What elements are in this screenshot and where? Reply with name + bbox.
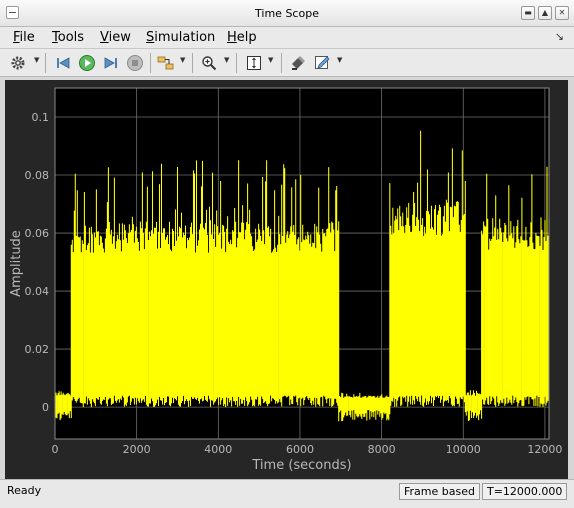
- menu-help-mnemonic: H: [227, 30, 237, 45]
- x-tick-label: 2000: [123, 443, 151, 456]
- y-axis-label: Amplitude: [9, 230, 24, 297]
- time-plot[interactable]: 0 2000 4000 6000 8000 10000 12000 0 0.02 0.04 0.06…: [5, 80, 568, 479]
- menu-file[interactable]: File: [13, 30, 35, 45]
- step-back-icon[interactable]: [53, 53, 73, 73]
- menu-tools-label: ools: [57, 30, 85, 45]
- x-tick-label: 8000: [368, 443, 396, 456]
- y-tick-label: 0.02: [25, 343, 50, 356]
- toolbar-separator: [281, 53, 282, 73]
- highlight-icon[interactable]: [288, 53, 308, 73]
- menu-view-mnemonic: V: [100, 30, 109, 45]
- toolbar-separator: [150, 53, 151, 73]
- close-button[interactable]: ✕: [555, 6, 569, 20]
- dock-arrow-icon[interactable]: ↘: [555, 30, 564, 43]
- status-bar: Ready Frame based T=12000.000: [0, 479, 574, 508]
- stop-icon[interactable]: [125, 53, 145, 73]
- window-title: Time Scope: [255, 7, 319, 20]
- x-tick-label: 0: [52, 443, 59, 456]
- signal-select-dropdown-icon[interactable]: ▼: [180, 56, 185, 64]
- x-tick-label: 10000: [446, 443, 481, 456]
- y-tick-label: 0.1: [32, 111, 50, 124]
- title-bar: Time Scope ▬ ▲ ✕: [0, 0, 574, 27]
- menu-bar: File Tools View Simulation Help ↘: [0, 27, 574, 49]
- menu-file-label: ile: [19, 30, 35, 45]
- menu-view[interactable]: View: [100, 30, 131, 45]
- y-tick-label: 0.04: [25, 285, 50, 298]
- menu-view-label: iew: [108, 30, 131, 45]
- menu-help[interactable]: Help: [227, 30, 257, 45]
- menu-simulation-label: imulation: [154, 30, 216, 45]
- toolbar-separator: [192, 53, 193, 73]
- gear-icon[interactable]: [8, 53, 28, 73]
- menu-help-label: elp: [236, 30, 257, 45]
- style-dropdown-icon[interactable]: ▼: [337, 56, 342, 64]
- toolbar-separator: [236, 53, 237, 73]
- step-forward-icon[interactable]: [101, 53, 121, 73]
- x-axis-label: Time (seconds): [251, 458, 351, 473]
- gear-dropdown-icon[interactable]: ▼: [34, 56, 39, 64]
- sim-time-indicator: T=12000.000: [482, 483, 567, 500]
- scope-display: 0 2000 4000 6000 8000 10000 12000 0 0.02 0.04 0.06…: [5, 80, 568, 479]
- status-text: Ready: [7, 484, 42, 497]
- x-tick-label: 4000: [204, 443, 232, 456]
- zoom-in-icon[interactable]: [199, 53, 219, 73]
- x-tick-label: 6000: [286, 443, 314, 456]
- run-icon[interactable]: [77, 53, 97, 73]
- zoom-dropdown-icon[interactable]: ▼: [224, 56, 229, 64]
- minimize-button[interactable]: ▬: [521, 6, 535, 20]
- menu-simulation[interactable]: Simulation: [146, 30, 215, 45]
- scale-axes-icon[interactable]: [244, 53, 264, 73]
- menu-tools[interactable]: Tools: [52, 30, 84, 45]
- y-tick-label: 0.06: [25, 227, 50, 240]
- scale-axes-dropdown-icon[interactable]: ▼: [268, 56, 273, 64]
- maximize-button[interactable]: ▲: [538, 6, 552, 20]
- frame-mode-indicator: Frame based: [399, 483, 480, 500]
- y-tick-label: 0.08: [25, 169, 50, 182]
- y-tick-label: 0: [42, 401, 49, 414]
- toolbar: ▼ ▼ ▼ ▼ ▼: [0, 49, 574, 77]
- toolbar-separator: [45, 53, 46, 73]
- signal-select-icon[interactable]: [156, 53, 176, 73]
- style-edit-icon[interactable]: [312, 53, 332, 73]
- x-tick-label: 12000: [527, 443, 562, 456]
